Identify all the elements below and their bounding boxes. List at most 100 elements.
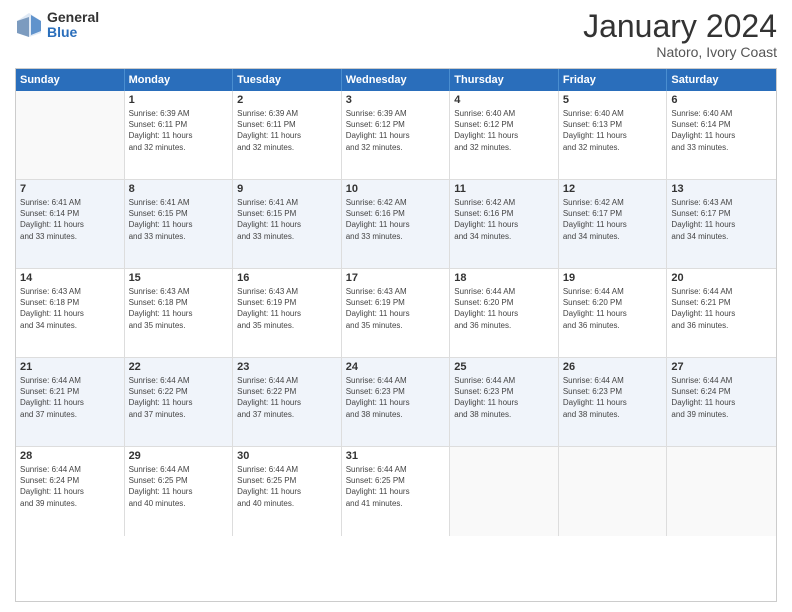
day-cell-11: 11 Sunrise: 6:42 AM Sunset: 6:16 PM Dayli… xyxy=(450,180,559,268)
day-cell-24: 24 Sunrise: 6:44 AM Sunset: 6:23 PM Dayli… xyxy=(342,358,451,446)
day-info: Sunrise: 6:41 AM Sunset: 6:15 PM Dayligh… xyxy=(129,197,229,242)
day-info: Sunrise: 6:44 AM Sunset: 6:24 PM Dayligh… xyxy=(671,375,772,420)
day-number: 19 xyxy=(563,272,663,284)
empty-cell xyxy=(667,447,776,536)
day-info: Sunrise: 6:41 AM Sunset: 6:14 PM Dayligh… xyxy=(20,197,120,242)
day-info: Sunrise: 6:40 AM Sunset: 6:14 PM Dayligh… xyxy=(671,108,772,153)
calendar-header: Sunday Monday Tuesday Wednesday Thursday… xyxy=(16,69,776,91)
logo-blue-text: Blue xyxy=(47,25,99,40)
day-number: 3 xyxy=(346,94,446,106)
col-thursday: Thursday xyxy=(450,69,559,91)
day-number: 1 xyxy=(129,94,229,106)
day-info: Sunrise: 6:44 AM Sunset: 6:25 PM Dayligh… xyxy=(346,464,446,509)
header: General Blue January 2024 Natoro, Ivory … xyxy=(15,10,777,60)
day-info: Sunrise: 6:44 AM Sunset: 6:21 PM Dayligh… xyxy=(671,286,772,331)
day-number: 11 xyxy=(454,183,554,195)
day-cell-1: 1 Sunrise: 6:39 AM Sunset: 6:11 PM Daylig… xyxy=(125,91,234,179)
logo-general-text: General xyxy=(47,10,99,25)
day-info: Sunrise: 6:40 AM Sunset: 6:13 PM Dayligh… xyxy=(563,108,663,153)
day-cell-8: 8 Sunrise: 6:41 AM Sunset: 6:15 PM Daylig… xyxy=(125,180,234,268)
day-info: Sunrise: 6:39 AM Sunset: 6:12 PM Dayligh… xyxy=(346,108,446,153)
day-info: Sunrise: 6:44 AM Sunset: 6:25 PM Dayligh… xyxy=(237,464,337,509)
calendar-week-3: 14 Sunrise: 6:43 AM Sunset: 6:18 PM Dayli… xyxy=(16,269,776,358)
day-info: Sunrise: 6:39 AM Sunset: 6:11 PM Dayligh… xyxy=(129,108,229,153)
day-number: 29 xyxy=(129,450,229,462)
empty-cell xyxy=(559,447,668,536)
day-cell-22: 22 Sunrise: 6:44 AM Sunset: 6:22 PM Dayli… xyxy=(125,358,234,446)
day-number: 26 xyxy=(563,361,663,373)
day-number: 6 xyxy=(671,94,772,106)
day-number: 7 xyxy=(20,183,120,195)
day-cell-9: 9 Sunrise: 6:41 AM Sunset: 6:15 PM Daylig… xyxy=(233,180,342,268)
day-info: Sunrise: 6:43 AM Sunset: 6:17 PM Dayligh… xyxy=(671,197,772,242)
day-cell-5: 5Sunrise: 6:40 AM Sunset: 6:13 PM Daylig… xyxy=(559,91,668,179)
day-info: Sunrise: 6:43 AM Sunset: 6:18 PM Dayligh… xyxy=(129,286,229,331)
col-wednesday: Wednesday xyxy=(342,69,451,91)
day-info: Sunrise: 6:43 AM Sunset: 6:18 PM Dayligh… xyxy=(20,286,120,331)
day-cell-28: 28Sunrise: 6:44 AM Sunset: 6:24 PM Dayli… xyxy=(16,447,125,536)
day-number: 18 xyxy=(454,272,554,284)
day-cell-20: 20 Sunrise: 6:44 AM Sunset: 6:21 PM Dayli… xyxy=(667,269,776,357)
day-info: Sunrise: 6:43 AM Sunset: 6:19 PM Dayligh… xyxy=(237,286,337,331)
day-info: Sunrise: 6:44 AM Sunset: 6:22 PM Dayligh… xyxy=(237,375,337,420)
day-info: Sunrise: 6:44 AM Sunset: 6:25 PM Dayligh… xyxy=(129,464,229,509)
day-cell-10: 10 Sunrise: 6:42 AM Sunset: 6:16 PM Dayli… xyxy=(342,180,451,268)
month-title: January 2024 xyxy=(583,10,777,42)
day-cell-2: 2Sunrise: 6:39 AM Sunset: 6:11 PM Daylig… xyxy=(233,91,342,179)
day-cell-21: 21 Sunrise: 6:44 AM Sunset: 6:21 PM Dayli… xyxy=(16,358,125,446)
day-cell-27: 27 Sunrise: 6:44 AM Sunset: 6:24 PM Dayli… xyxy=(667,358,776,446)
col-sunday: Sunday xyxy=(16,69,125,91)
day-number: 21 xyxy=(20,361,120,373)
page: General Blue January 2024 Natoro, Ivory … xyxy=(0,0,792,612)
day-cell-6: 6 Sunrise: 6:40 AM Sunset: 6:14 PM Daylig… xyxy=(667,91,776,179)
day-number: 14 xyxy=(20,272,120,284)
day-number: 13 xyxy=(671,183,772,195)
col-monday: Monday xyxy=(125,69,234,91)
day-cell-7: 7 Sunrise: 6:41 AM Sunset: 6:14 PM Daylig… xyxy=(16,180,125,268)
day-cell-16: 16Sunrise: 6:43 AM Sunset: 6:19 PM Dayli… xyxy=(233,269,342,357)
calendar: Sunday Monday Tuesday Wednesday Thursday… xyxy=(15,68,777,602)
day-number: 9 xyxy=(237,183,337,195)
day-number: 15 xyxy=(129,272,229,284)
day-info: Sunrise: 6:44 AM Sunset: 6:22 PM Dayligh… xyxy=(129,375,229,420)
calendar-week-1: 1 Sunrise: 6:39 AM Sunset: 6:11 PM Daylig… xyxy=(16,91,776,180)
day-cell-23: 23Sunrise: 6:44 AM Sunset: 6:22 PM Dayli… xyxy=(233,358,342,446)
day-number: 4 xyxy=(454,94,554,106)
day-cell-29: 29 Sunrise: 6:44 AM Sunset: 6:25 PM Dayli… xyxy=(125,447,234,536)
day-info: Sunrise: 6:42 AM Sunset: 6:16 PM Dayligh… xyxy=(454,197,554,242)
day-number: 25 xyxy=(454,361,554,373)
calendar-body: 1 Sunrise: 6:39 AM Sunset: 6:11 PM Daylig… xyxy=(16,91,776,536)
empty-cell xyxy=(16,91,125,179)
day-info: Sunrise: 6:44 AM Sunset: 6:20 PM Dayligh… xyxy=(563,286,663,331)
day-number: 30 xyxy=(237,450,337,462)
day-cell-4: 4 Sunrise: 6:40 AM Sunset: 6:12 PM Daylig… xyxy=(450,91,559,179)
day-cell-14: 14 Sunrise: 6:43 AM Sunset: 6:18 PM Dayli… xyxy=(16,269,125,357)
day-number: 2 xyxy=(237,94,337,106)
day-cell-19: 19 Sunrise: 6:44 AM Sunset: 6:20 PM Dayli… xyxy=(559,269,668,357)
logo: General Blue xyxy=(15,10,99,41)
title-block: January 2024 Natoro, Ivory Coast xyxy=(583,10,777,60)
day-number: 8 xyxy=(129,183,229,195)
day-number: 27 xyxy=(671,361,772,373)
day-info: Sunrise: 6:44 AM Sunset: 6:23 PM Dayligh… xyxy=(563,375,663,420)
day-info: Sunrise: 6:40 AM Sunset: 6:12 PM Dayligh… xyxy=(454,108,554,153)
day-cell-18: 18Sunrise: 6:44 AM Sunset: 6:20 PM Dayli… xyxy=(450,269,559,357)
day-info: Sunrise: 6:44 AM Sunset: 6:21 PM Dayligh… xyxy=(20,375,120,420)
day-number: 22 xyxy=(129,361,229,373)
day-info: Sunrise: 6:42 AM Sunset: 6:16 PM Dayligh… xyxy=(346,197,446,242)
day-number: 12 xyxy=(563,183,663,195)
calendar-week-2: 7 Sunrise: 6:41 AM Sunset: 6:14 PM Daylig… xyxy=(16,180,776,269)
location: Natoro, Ivory Coast xyxy=(583,44,777,60)
calendar-week-5: 28Sunrise: 6:44 AM Sunset: 6:24 PM Dayli… xyxy=(16,447,776,536)
day-info: Sunrise: 6:42 AM Sunset: 6:17 PM Dayligh… xyxy=(563,197,663,242)
day-cell-31: 31Sunrise: 6:44 AM Sunset: 6:25 PM Dayli… xyxy=(342,447,451,536)
day-number: 20 xyxy=(671,272,772,284)
day-info: Sunrise: 6:41 AM Sunset: 6:15 PM Dayligh… xyxy=(237,197,337,242)
day-number: 24 xyxy=(346,361,446,373)
day-info: Sunrise: 6:44 AM Sunset: 6:23 PM Dayligh… xyxy=(346,375,446,420)
day-cell-3: 3 Sunrise: 6:39 AM Sunset: 6:12 PM Daylig… xyxy=(342,91,451,179)
day-number: 10 xyxy=(346,183,446,195)
day-cell-30: 30 Sunrise: 6:44 AM Sunset: 6:25 PM Dayli… xyxy=(233,447,342,536)
calendar-week-4: 21 Sunrise: 6:44 AM Sunset: 6:21 PM Dayli… xyxy=(16,358,776,447)
day-cell-25: 25Sunrise: 6:44 AM Sunset: 6:23 PM Dayli… xyxy=(450,358,559,446)
